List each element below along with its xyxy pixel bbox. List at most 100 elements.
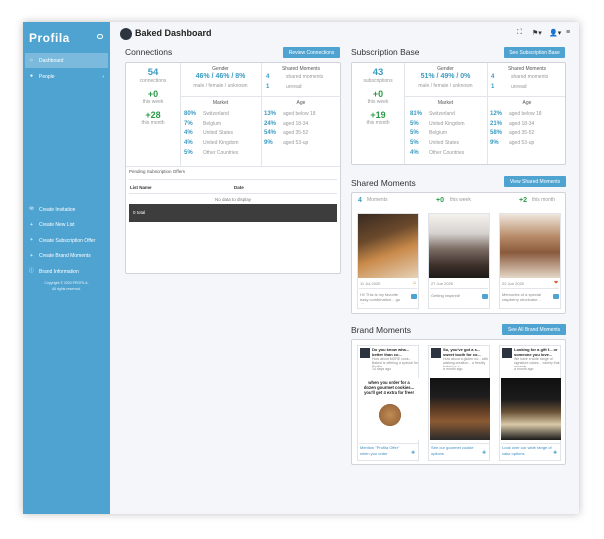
stat-row: 7% Belgium xyxy=(184,119,239,129)
sidebar-item-create-invitation[interactable]: ✉ Create Invitation xyxy=(25,202,108,218)
unread-label: unread xyxy=(511,84,527,90)
see-subscription-base-button[interactable]: See Subscription Base xyxy=(504,47,565,58)
sidebar-item-people[interactable]: ● People › xyxy=(25,69,108,84)
stat-value: 4% xyxy=(410,150,419,157)
brand-moment-link[interactable]: Mention "Profila Offer" when you order xyxy=(360,445,410,457)
column-header-date[interactable]: Date xyxy=(234,185,244,190)
connections-week-label: this week xyxy=(142,99,164,105)
fullscreen-icon[interactable]: ⛶ xyxy=(517,29,522,37)
divider xyxy=(359,288,417,289)
no-data-message: No data to display xyxy=(214,197,252,202)
moment-image xyxy=(500,214,560,278)
age-list: 13% aged below 18 24% aged 18-34 54% aged 35-… xyxy=(264,109,316,148)
stat-label: Belgium xyxy=(429,130,448,137)
sidebar-item-label: People xyxy=(39,73,55,80)
brand-avatar xyxy=(431,348,441,358)
brand-moment-headline: Do you know wha... better than co... xyxy=(372,347,410,357)
shared-moments-label: shared moments xyxy=(286,74,324,80)
brand-moment-time: 14 days ago xyxy=(372,367,392,371)
stat-value: 7% xyxy=(184,120,193,127)
subscription-month-label: this month xyxy=(366,120,390,126)
sidebar-item-dashboard[interactable]: ⌂ Dashboard xyxy=(25,53,108,68)
comment-icon[interactable] xyxy=(411,294,417,299)
moments-week: +0 xyxy=(436,197,444,204)
comment-icon[interactable] xyxy=(553,294,559,299)
gender-values: 46% / 46% / 8% xyxy=(195,73,246,80)
brand-moment-card[interactable]: Do you know wha... better than co... How… xyxy=(357,345,419,461)
share-icon[interactable]: ✚ xyxy=(553,450,557,456)
stat-row: 54% aged 35-52 xyxy=(264,129,316,139)
user-menu-icon[interactable]: 👤▾ xyxy=(549,29,561,37)
emoji-icon: ☺ xyxy=(412,280,418,286)
sidebar-item-label: Create Brand Moments xyxy=(39,253,91,260)
share-icon[interactable]: ✚ xyxy=(482,450,486,456)
topbar: Baked Dashboard ⛶ ⚑▾ 👤▾ ≡ xyxy=(110,22,579,44)
age-header: Age xyxy=(522,100,532,106)
stat-value: 12% xyxy=(490,110,503,117)
shared-moment-card[interactable]: 11 Jul 2020 ☺ Hi! This is my favorite ea… xyxy=(357,213,419,309)
brand-moment-card[interactable]: So, you've got a s... sweet tooth for co… xyxy=(428,345,490,461)
gender-labels: male / female / unknown xyxy=(418,83,473,89)
stat-value: 4% xyxy=(184,140,193,147)
shared-moment-card[interactable]: 22 Jun 2020 ❤ Memories of a special rasp… xyxy=(499,213,561,309)
brand-moment-link[interactable]: Look over our wide range of cake options xyxy=(502,445,552,457)
subscription-title: Subscription Base xyxy=(351,47,420,57)
stat-row: 21% aged 18-34 xyxy=(490,119,542,129)
brand-moment-body: How about MORE cook... Baked is offering… xyxy=(372,357,418,367)
plus-icon: + xyxy=(30,221,33,228)
shared-moments-header: Shared Moments xyxy=(507,66,547,72)
shared-moments-header: Shared Moments xyxy=(281,66,321,72)
review-connections-button[interactable]: Review Connections xyxy=(283,47,340,58)
info-icon: ⓘ xyxy=(29,268,35,275)
subscription-count: 43 xyxy=(372,67,384,78)
divider xyxy=(430,288,488,289)
sidebar-item-create-list[interactable]: + Create New List xyxy=(25,218,108,234)
stat-label: United States xyxy=(429,140,460,147)
sidebar-item-brand-information[interactable]: ⓘ Brand Information xyxy=(25,264,108,280)
gender-header: Gender xyxy=(212,66,229,72)
stat-value: 9% xyxy=(490,140,499,147)
stat-value: 58% xyxy=(490,130,503,137)
stat-value: 21% xyxy=(490,120,503,127)
pending-offers-title: Pending Subscription Offers xyxy=(129,169,185,174)
sidebar-toggle-icon[interactable] xyxy=(97,34,103,39)
sidebar-item-create-brand-moments[interactable]: + Create Brand Moments xyxy=(25,249,108,265)
market-header: Market xyxy=(437,100,454,106)
connections-month: +28 xyxy=(145,110,161,120)
divider xyxy=(180,96,341,97)
subscription-stats: 43 subscriptions +0 this week +19 this m… xyxy=(352,67,404,126)
divider xyxy=(359,443,419,444)
comment-icon[interactable] xyxy=(482,294,488,299)
brand-moments-panel: Do you know wha... better than co... How… xyxy=(351,339,566,465)
share-icon[interactable]: ✚ xyxy=(411,450,415,456)
age-list: 12% aged below 18 21% aged 18-34 58% aged 35-… xyxy=(490,109,542,148)
menu-icon[interactable]: ≡ xyxy=(566,29,570,36)
divider xyxy=(501,443,561,444)
flag-icon[interactable]: ⚑▾ xyxy=(532,29,542,37)
app-window: Profila ⌂ Dashboard ● People › ✉ Create … xyxy=(23,22,579,514)
view-shared-moments-button[interactable]: View Shared Moments xyxy=(504,176,566,187)
stat-value: 80% xyxy=(184,110,197,117)
moments-label: Moments xyxy=(367,197,388,203)
column-header-list-name[interactable]: List Name xyxy=(130,185,152,190)
see-all-brand-moments-button[interactable]: See All Brand Moments xyxy=(502,324,566,335)
connections-month-label: this month xyxy=(141,120,165,126)
brand-moment-link[interactable]: See our gourmet cookie options xyxy=(431,445,481,457)
divider xyxy=(129,193,337,194)
moments-week-label: this week xyxy=(450,197,471,203)
connections-week: +0 xyxy=(147,89,159,99)
brand-moment-image xyxy=(501,378,561,440)
stat-value: 9% xyxy=(264,140,273,147)
shared-moment-card[interactable]: 27 Jun 2020 Getting inspired! xyxy=(428,213,490,309)
sidebar-item-create-subscription-offer[interactable]: + Create Subscription Offer xyxy=(25,233,108,249)
brand-moment-card[interactable]: Looking for a gift f... or someone you l… xyxy=(499,345,561,461)
stat-row: 5% Other Countries xyxy=(184,148,239,158)
brand-moment-image xyxy=(430,378,490,440)
envelope-icon: ✉ xyxy=(29,206,34,213)
shared-moments-value: 4 xyxy=(491,74,495,80)
brand-logo[interactable]: Profila xyxy=(29,31,70,45)
sidebar-item-label: Dashboard xyxy=(39,57,64,64)
stat-row: 24% aged 18-34 xyxy=(264,119,316,129)
shared-moments-title: Shared Moments xyxy=(351,178,416,188)
stat-label: Belgium xyxy=(203,120,222,127)
